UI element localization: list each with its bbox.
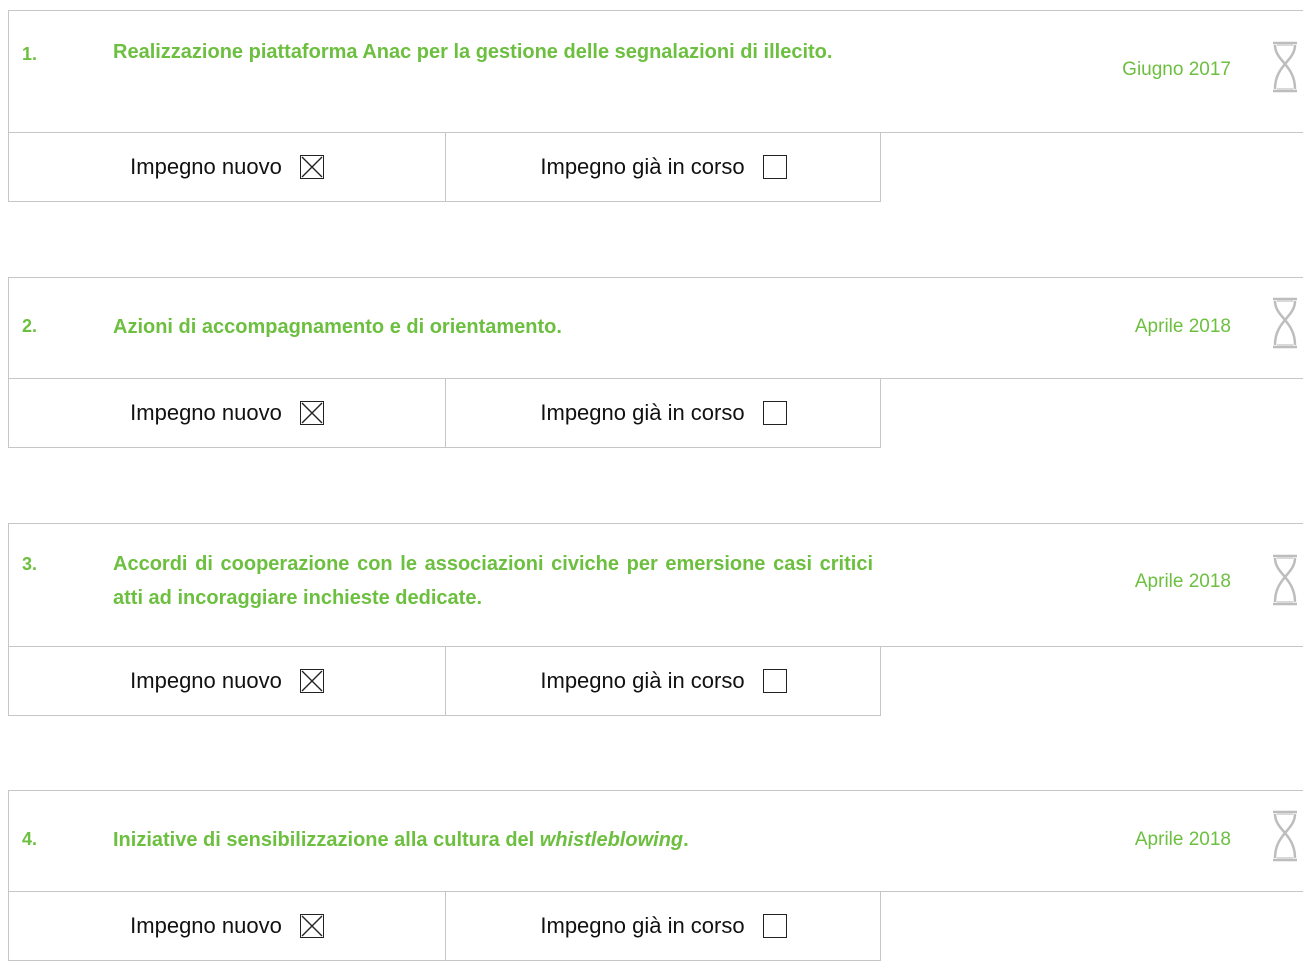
new-commitment-label: Impegno nuovo — [130, 667, 282, 693]
commitment-number: 3. — [22, 554, 38, 574]
ongoing-commitment-label: Impegno già in corso — [540, 399, 745, 425]
commitment-title: Iniziative di sensibilizzazione alla cul… — [113, 823, 873, 857]
new-commitment-checkbox[interactable] — [299, 400, 324, 425]
new-commitment-cell: Impegno nuovo — [9, 646, 446, 715]
ongoing-commitment-cell: Impegno già in corso — [446, 132, 881, 201]
ongoing-commitment-checkbox[interactable] — [762, 913, 787, 938]
new-commitment-cell: Impegno nuovo — [9, 378, 446, 447]
commitment-number: 2. — [22, 316, 38, 336]
ongoing-commitment-label: Impegno già in corso — [540, 912, 745, 938]
new-commitment-checkbox[interactable] — [299, 154, 324, 179]
commitment-title: Accordi di cooperazione con le associazi… — [113, 553, 873, 609]
commitment-status-row: Impegno nuovo Impegno già in corso — [8, 891, 881, 961]
hourglass-icon — [1273, 297, 1297, 349]
commitment-title-emphasis: whistleblowing — [539, 829, 684, 851]
ongoing-commitment-checkbox[interactable] — [762, 668, 787, 693]
commitment-header: 2. Azioni di accompagnamento e di orient… — [8, 277, 1303, 379]
ongoing-commitment-cell: Impegno già in corso — [446, 891, 881, 960]
commitment-number: 4. — [22, 829, 38, 849]
commitment-title-tail: . — [683, 829, 689, 851]
new-commitment-checkbox[interactable] — [299, 913, 324, 938]
commitment-status-row: Impegno nuovo Impegno già in corso — [8, 378, 881, 448]
commitment-header: 4. Iniziative di sensibilizzazione alla … — [8, 790, 1303, 892]
hourglass-icon — [1273, 554, 1297, 606]
commitment-number: 1. — [22, 44, 38, 64]
new-commitment-label: Impegno nuovo — [130, 399, 282, 425]
commitment-title: Azioni di accompagnamento e di orientame… — [113, 316, 562, 338]
ongoing-commitment-label: Impegno già in corso — [540, 153, 745, 179]
commitment-title: Realizzazione piattaforma Anac per la ge… — [113, 41, 833, 63]
commitment-status-row: Impegno nuovo Impegno già in corso — [8, 132, 881, 202]
commitment-date: Aprile 2018 — [1134, 571, 1231, 592]
commitment-status-row: Impegno nuovo Impegno già in corso — [8, 646, 881, 716]
hourglass-icon — [1273, 810, 1297, 862]
commitment-date: Aprile 2018 — [1134, 829, 1231, 850]
commitment-date: Giugno 2017 — [1122, 59, 1231, 80]
new-commitment-cell: Impegno nuovo — [9, 132, 446, 201]
commitment-date: Aprile 2018 — [1134, 316, 1231, 337]
ongoing-commitment-checkbox[interactable] — [762, 400, 787, 425]
commitment-header: 1. Realizzazione piattaforma Anac per la… — [8, 10, 1303, 133]
new-commitment-cell: Impegno nuovo — [9, 891, 446, 960]
new-commitment-label: Impegno nuovo — [130, 153, 282, 179]
ongoing-commitment-checkbox[interactable] — [762, 154, 787, 179]
new-commitment-checkbox[interactable] — [299, 668, 324, 693]
ongoing-commitment-cell: Impegno già in corso — [446, 646, 881, 715]
ongoing-commitment-label: Impegno già in corso — [540, 667, 745, 693]
commitment-title-text: Iniziative di sensibilizzazione alla cul… — [113, 829, 540, 851]
hourglass-icon — [1273, 41, 1297, 93]
ongoing-commitment-cell: Impegno già in corso — [446, 378, 881, 447]
new-commitment-label: Impegno nuovo — [130, 912, 282, 938]
commitment-header: 3. Accordi di cooperazione con le associ… — [8, 523, 1303, 647]
